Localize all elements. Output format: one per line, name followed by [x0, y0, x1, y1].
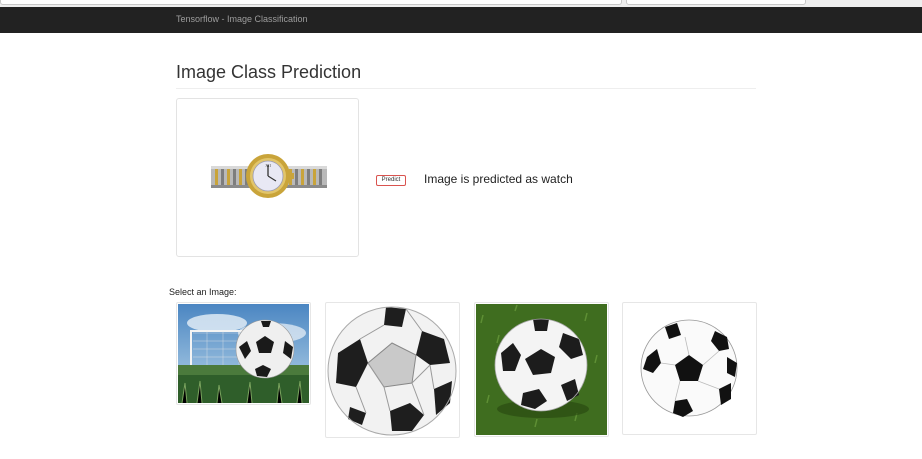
- navbar-brand[interactable]: Tensorflow - Image Classification: [176, 14, 308, 24]
- page-title: Image Class Prediction: [176, 62, 362, 82]
- browser-search-bar[interactable]: [626, 0, 806, 5]
- gallery-image-4[interactable]: [622, 302, 757, 435]
- gallery-image-3[interactable]: [474, 302, 609, 437]
- soccer-ball-image: [327, 306, 457, 436]
- preview-image-card: XII: [176, 98, 359, 257]
- watch-image: XII: [211, 154, 327, 198]
- svg-text:XII: XII: [265, 163, 271, 168]
- prediction-result-text: Image is predicted as watch: [424, 172, 573, 186]
- select-image-label: Select an Image:: [169, 287, 237, 297]
- gallery-image-1[interactable]: [176, 302, 311, 405]
- gallery-image-2[interactable]: [325, 302, 460, 438]
- soccer-ball-white-bg-image: [640, 319, 738, 417]
- title-divider: [176, 88, 756, 89]
- address-bar[interactable]: [0, 0, 622, 5]
- predict-button[interactable]: Predict: [376, 175, 406, 186]
- soccer-ball-goal-image: [178, 304, 309, 404]
- top-navbar: Tensorflow - Image Classification: [0, 7, 922, 33]
- soccer-ball-on-grass-image: [476, 304, 607, 435]
